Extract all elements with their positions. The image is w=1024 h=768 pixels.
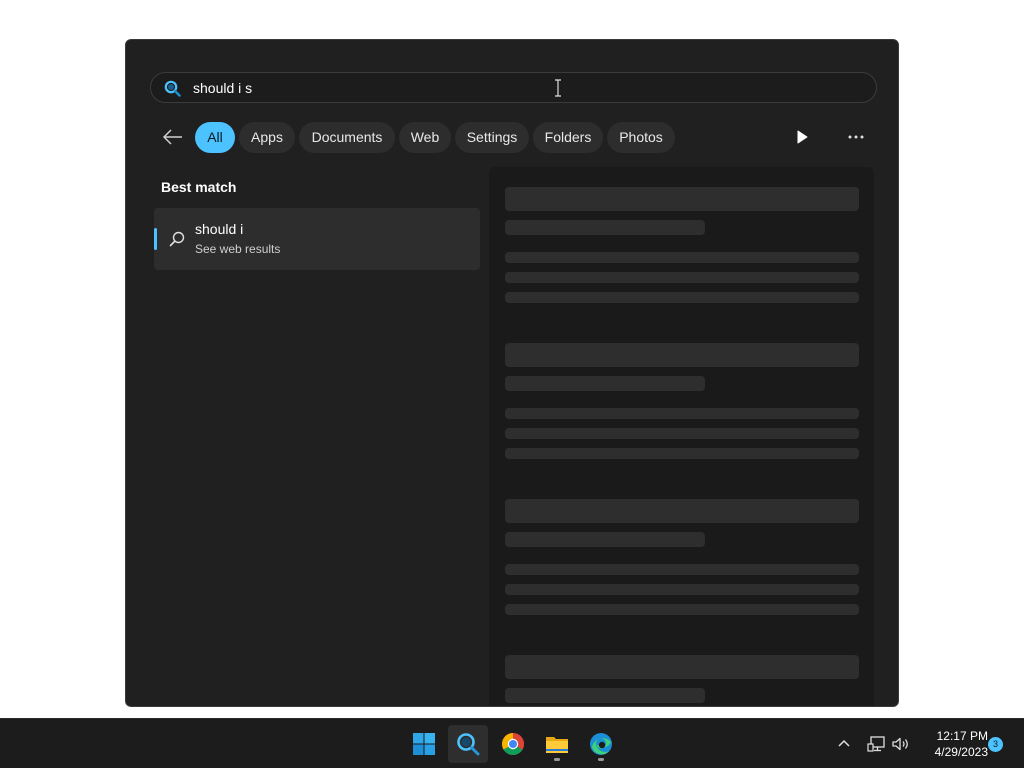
chrome-icon bbox=[502, 733, 524, 755]
preview-pane-loading bbox=[489, 167, 874, 706]
running-indicator bbox=[598, 758, 604, 761]
skeleton-subheading bbox=[505, 688, 705, 703]
skeleton-subheading bbox=[505, 220, 705, 235]
filter-chip-all[interactable]: All bbox=[195, 122, 235, 153]
windows-start-icon bbox=[413, 733, 435, 755]
web-search-icon bbox=[169, 231, 185, 247]
clock-time: 12:17 PM bbox=[936, 729, 988, 743]
volume-icon[interactable] bbox=[891, 735, 911, 753]
text-cursor-icon bbox=[555, 79, 561, 97]
search-icon bbox=[164, 80, 181, 97]
filter-bar: All Apps Documents Web Settings Folders … bbox=[160, 120, 870, 153]
filter-chip-folders[interactable]: Folders bbox=[533, 122, 603, 153]
chevron-up-icon[interactable] bbox=[836, 736, 852, 752]
skeleton-line bbox=[505, 408, 859, 419]
back-arrow-icon[interactable] bbox=[160, 126, 186, 148]
more-options-icon[interactable] bbox=[844, 128, 868, 146]
start-button[interactable] bbox=[404, 725, 444, 763]
file-explorer-icon bbox=[546, 737, 568, 753]
selection-indicator bbox=[154, 228, 157, 250]
best-match-result[interactable]: should i See web results bbox=[154, 208, 480, 270]
search-input[interactable] bbox=[193, 77, 753, 99]
taskbar-edge-button[interactable] bbox=[581, 725, 621, 763]
taskbar: 12:17 PM 4/29/2023 3 bbox=[0, 718, 1024, 768]
skeleton-line bbox=[505, 564, 859, 575]
result-subtitle: See web results bbox=[195, 242, 281, 256]
skeleton-heading bbox=[505, 655, 859, 679]
search-panel: All Apps Documents Web Settings Folders … bbox=[125, 39, 899, 707]
skeleton-line bbox=[505, 292, 859, 303]
taskbar-file-explorer-button[interactable] bbox=[537, 725, 577, 763]
skeleton-subheading bbox=[505, 532, 705, 547]
skeleton-line bbox=[505, 272, 859, 283]
running-indicator bbox=[554, 758, 560, 761]
notification-badge[interactable]: 3 bbox=[988, 737, 1003, 752]
skeleton-heading bbox=[505, 343, 859, 367]
filter-chip-photos[interactable]: Photos bbox=[607, 122, 675, 153]
filter-chip-documents[interactable]: Documents bbox=[299, 122, 395, 153]
skeleton-line bbox=[505, 428, 859, 439]
skeleton-line bbox=[505, 604, 859, 615]
skeleton-subheading bbox=[505, 376, 705, 391]
search-icon bbox=[457, 733, 480, 756]
best-match-heading: Best match bbox=[161, 179, 237, 195]
skeleton-line bbox=[505, 252, 859, 263]
clock[interactable]: 12:17 PM 4/29/2023 bbox=[920, 728, 988, 760]
skeleton-line bbox=[505, 584, 859, 595]
play-icon[interactable] bbox=[792, 128, 812, 146]
edge-icon bbox=[590, 733, 612, 755]
taskbar-search-button[interactable] bbox=[448, 725, 488, 763]
result-title: should i bbox=[195, 221, 244, 237]
clock-date: 4/29/2023 bbox=[934, 745, 988, 759]
filter-chip-web[interactable]: Web bbox=[399, 122, 451, 153]
skeleton-heading bbox=[505, 499, 859, 523]
filter-chip-settings[interactable]: Settings bbox=[455, 122, 529, 153]
search-box[interactable] bbox=[150, 72, 877, 103]
network-icon[interactable] bbox=[867, 735, 887, 753]
skeleton-heading bbox=[505, 187, 859, 211]
filter-chip-apps[interactable]: Apps bbox=[239, 122, 295, 153]
taskbar-chrome-button[interactable] bbox=[493, 725, 533, 763]
skeleton-line bbox=[505, 448, 859, 459]
